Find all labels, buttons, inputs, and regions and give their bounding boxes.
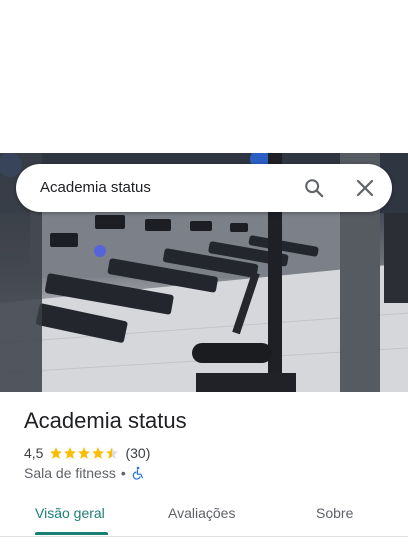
- place-tabs: Visão geral Avaliações Sobre: [0, 494, 408, 536]
- search-input[interactable]: Academia status: [40, 179, 151, 196]
- star-icon: [78, 447, 91, 459]
- wheelchair-icon: [132, 466, 143, 480]
- separator-dot: •: [120, 465, 126, 481]
- place-title: Academia status: [24, 408, 187, 433]
- rating-value: 4,5: [24, 445, 44, 461]
- tab-reviews[interactable]: Avaliações: [168, 505, 235, 521]
- review-count[interactable]: (30): [125, 445, 150, 461]
- tab-overview[interactable]: Visão geral: [35, 505, 105, 521]
- active-tab-indicator: [35, 532, 108, 535]
- star-icon: [92, 447, 105, 459]
- category-row: Sala de fitness •: [24, 464, 145, 482]
- search-box[interactable]: Academia status: [16, 164, 392, 212]
- star-icon: [50, 447, 63, 459]
- tab-about[interactable]: Sobre: [316, 505, 353, 521]
- tabs-divider: [0, 536, 408, 537]
- category-label: Sala de fitness: [24, 465, 116, 481]
- star-icon: [64, 447, 77, 459]
- star-rating: [49, 446, 119, 460]
- close-icon[interactable]: [355, 178, 375, 198]
- search-icon[interactable]: [303, 177, 325, 199]
- rating-row[interactable]: 4,5 (30): [24, 444, 150, 462]
- blank-header-area: [0, 0, 408, 153]
- half-star-icon: [106, 447, 119, 459]
